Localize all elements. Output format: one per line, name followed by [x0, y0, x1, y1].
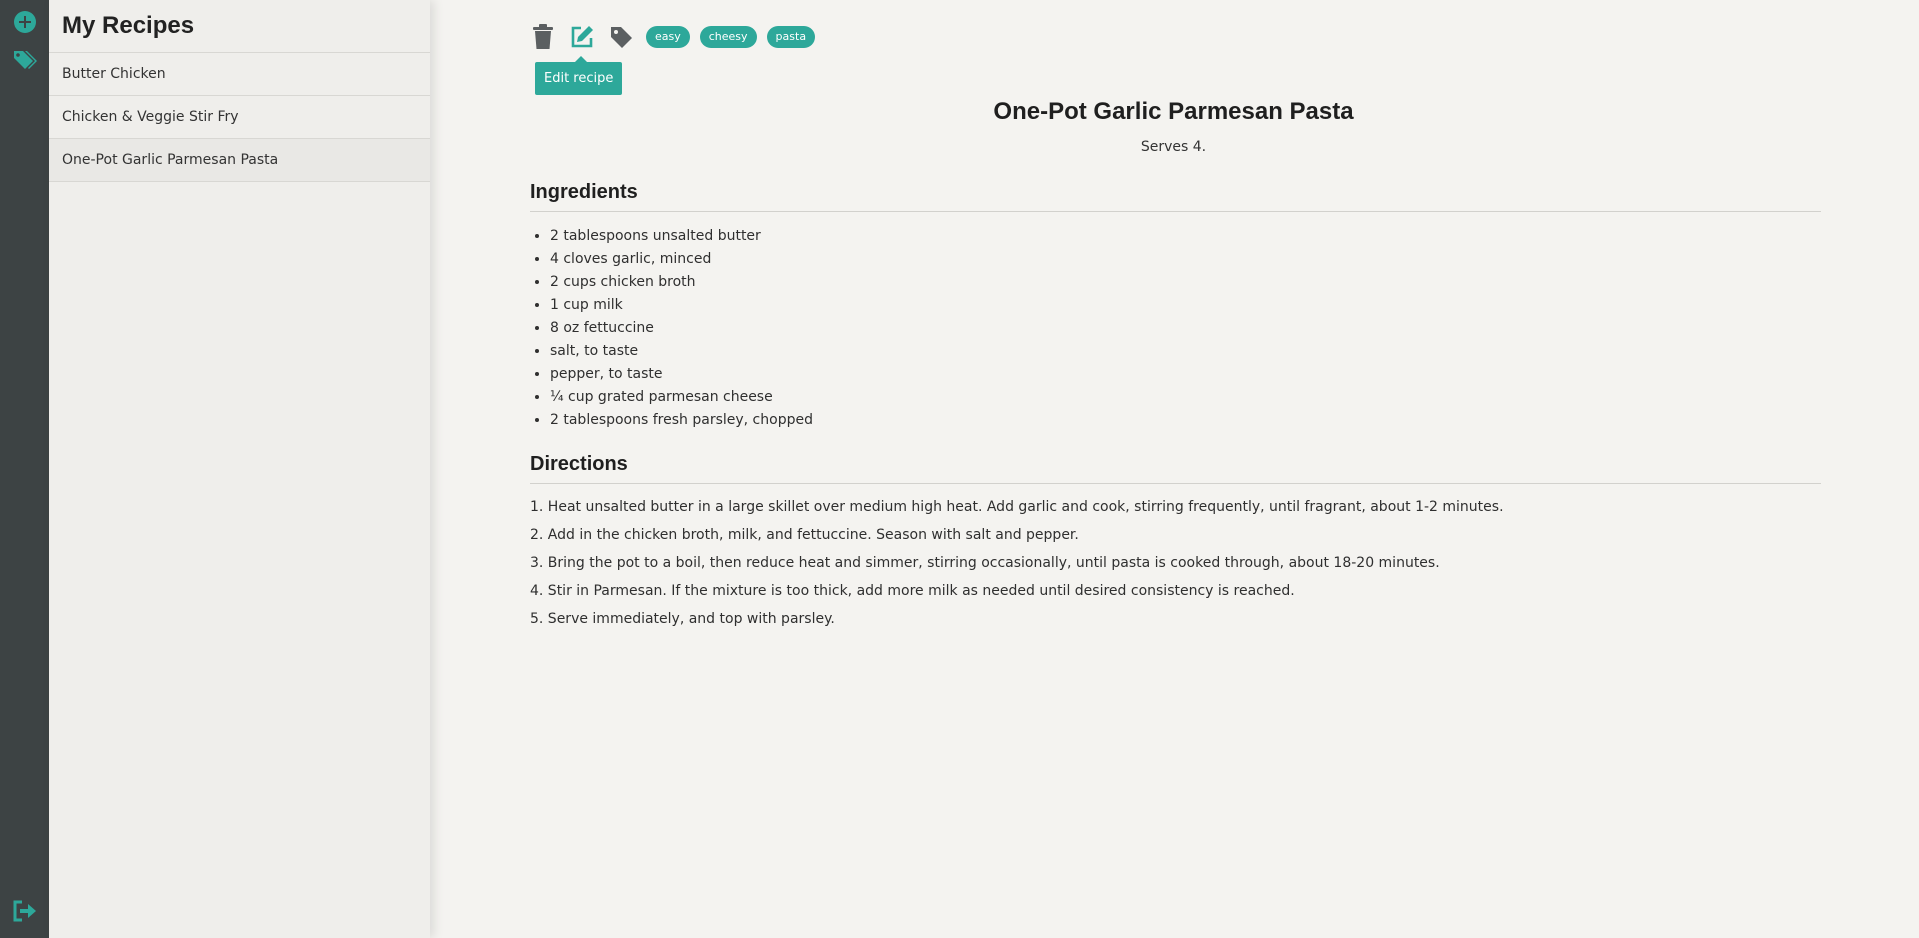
trash-icon[interactable]	[528, 22, 558, 52]
ingredient-item: 4 cloves garlic, minced	[550, 248, 1450, 271]
direction-step: 4. Stir in Parmesan. If the mixture is t…	[530, 583, 1295, 599]
ingredient-item: 1 cup milk	[550, 294, 1450, 317]
ingredient-item: pepper, to taste	[550, 363, 1450, 386]
recipe-title: One-Pot Garlic Parmesan Pasta	[993, 98, 1354, 125]
ingredient-item: 8 oz fettuccine	[550, 317, 1450, 340]
ingredient-item: 2 cups chicken broth	[550, 271, 1450, 294]
recipe-list-item-selected[interactable]: One-Pot Garlic Parmesan Pasta	[49, 139, 430, 182]
direction-step: 3. Bring the pot to a boil, then reduce …	[530, 555, 1440, 571]
plus-circle-icon[interactable]	[12, 9, 38, 35]
tag-icon[interactable]	[606, 22, 636, 52]
ingredients-heading: Ingredients	[530, 181, 1821, 212]
edit-icon[interactable]	[567, 22, 597, 52]
icon-rail	[0, 0, 49, 938]
recipe-toolbar: easy cheesy pasta	[528, 22, 825, 52]
ingredient-item: 2 tablespoons unsalted butter	[550, 225, 1450, 248]
ingredient-item: 2 tablespoons fresh parsley, chopped	[550, 409, 1450, 432]
tag-badge[interactable]: easy	[646, 26, 690, 48]
recipe-name: Butter Chicken	[62, 66, 166, 82]
sign-out-icon[interactable]	[12, 898, 38, 924]
direction-step: 2. Add in the chicken broth, milk, and f…	[530, 527, 1079, 543]
directions-heading: Directions	[530, 453, 1821, 484]
recipe-list-item[interactable]: Chicken & Veggie Stir Fry	[49, 96, 430, 139]
direction-step: 1. Heat unsalted butter in a large skill…	[530, 499, 1504, 515]
tag-badge[interactable]: cheesy	[699, 26, 757, 48]
tag-list: easy cheesy pasta	[646, 26, 825, 48]
recipe-name: Chicken & Veggie Stir Fry	[62, 109, 239, 125]
direction-step: 5. Serve immediately, and top with parsl…	[530, 611, 835, 627]
ingredients-list: 2 tablespoons unsalted butter 4 cloves g…	[550, 225, 1450, 432]
recipe-name: One-Pot Garlic Parmesan Pasta	[62, 152, 279, 168]
ingredient-item: ¼ cup grated parmesan cheese	[550, 386, 1450, 409]
tag-badge[interactable]: pasta	[766, 26, 816, 48]
recipe-detail: easy cheesy pasta Edit recipe One-Pot Ga…	[430, 0, 1919, 938]
recipe-serves: Serves 4.	[1140, 139, 1207, 155]
ingredient-item: salt, to taste	[550, 340, 1450, 363]
tags-icon[interactable]	[12, 47, 38, 73]
edit-recipe-tooltip: Edit recipe	[535, 56, 623, 95]
sidebar-title: My Recipes	[49, 0, 430, 53]
directions-list: 1. Heat unsalted butter in a large skill…	[530, 496, 1821, 636]
recipe-sidebar: My Recipes Butter Chicken Chicken & Vegg…	[49, 0, 430, 938]
recipe-list-item[interactable]: Butter Chicken	[49, 53, 430, 96]
recipe-app: My Recipes Butter Chicken Chicken & Vegg…	[0, 0, 1919, 938]
